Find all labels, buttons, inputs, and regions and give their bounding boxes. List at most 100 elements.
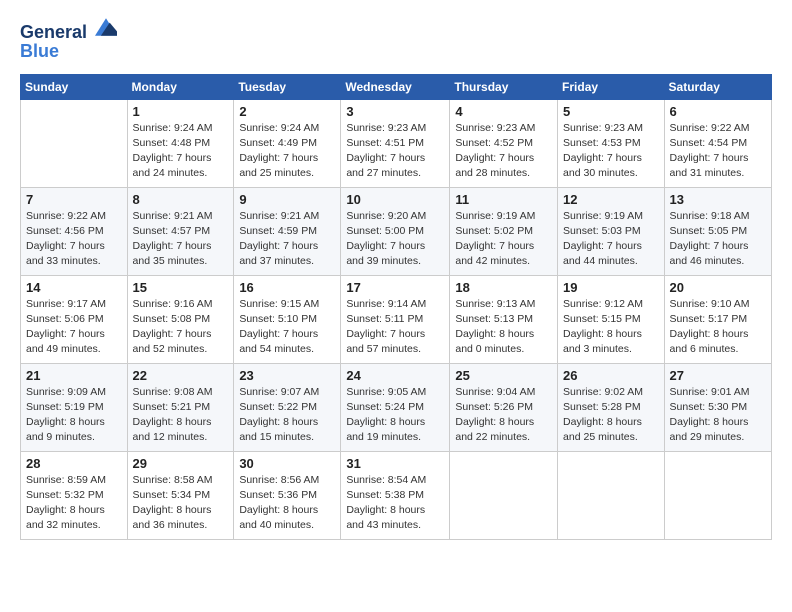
day-number: 9 [239, 192, 335, 207]
day-info: Sunrise: 9:24 AMSunset: 4:48 PMDaylight:… [133, 121, 229, 182]
weekday-header: Tuesday [234, 74, 341, 99]
calendar-cell: 24 Sunrise: 9:05 AMSunset: 5:24 PMDayligh… [341, 363, 450, 451]
calendar-cell: 6 Sunrise: 9:22 AMSunset: 4:54 PMDaylight… [664, 99, 771, 187]
calendar-cell: 4 Sunrise: 9:23 AMSunset: 4:52 PMDaylight… [450, 99, 558, 187]
day-info: Sunrise: 9:09 AMSunset: 5:19 PMDaylight:… [26, 385, 122, 446]
day-info: Sunrise: 9:23 AMSunset: 4:52 PMDaylight:… [455, 121, 552, 182]
calendar-cell: 31 Sunrise: 8:54 AMSunset: 5:38 PMDayligh… [341, 451, 450, 539]
calendar-cell: 1 Sunrise: 9:24 AMSunset: 4:48 PMDaylight… [127, 99, 234, 187]
calendar-cell: 15 Sunrise: 9:16 AMSunset: 5:08 PMDayligh… [127, 275, 234, 363]
day-info: Sunrise: 9:04 AMSunset: 5:26 PMDaylight:… [455, 385, 552, 446]
day-number: 8 [133, 192, 229, 207]
calendar-cell [21, 99, 128, 187]
day-info: Sunrise: 9:08 AMSunset: 5:21 PMDaylight:… [133, 385, 229, 446]
calendar-cell: 14 Sunrise: 9:17 AMSunset: 5:06 PMDayligh… [21, 275, 128, 363]
day-info: Sunrise: 9:14 AMSunset: 5:11 PMDaylight:… [346, 297, 444, 358]
day-info: Sunrise: 9:21 AMSunset: 4:59 PMDaylight:… [239, 209, 335, 270]
day-number: 29 [133, 456, 229, 471]
calendar-cell: 26 Sunrise: 9:02 AMSunset: 5:28 PMDayligh… [558, 363, 665, 451]
calendar-cell: 11Sunrise: 9:19 AMSunset: 5:02 PMDayligh… [450, 187, 558, 275]
calendar-cell: 9 Sunrise: 9:21 AMSunset: 4:59 PMDaylight… [234, 187, 341, 275]
day-number: 2 [239, 104, 335, 119]
day-info: Sunrise: 9:10 AMSunset: 5:17 PMDaylight:… [670, 297, 766, 358]
weekday-header: Wednesday [341, 74, 450, 99]
calendar-week-row: 14 Sunrise: 9:17 AMSunset: 5:06 PMDayligh… [21, 275, 772, 363]
day-info: Sunrise: 9:24 AMSunset: 4:49 PMDaylight:… [239, 121, 335, 182]
day-number: 16 [239, 280, 335, 295]
day-number: 28 [26, 456, 122, 471]
day-info: Sunrise: 8:58 AMSunset: 5:34 PMDaylight:… [133, 473, 229, 534]
day-info: Sunrise: 9:15 AMSunset: 5:10 PMDaylight:… [239, 297, 335, 358]
day-number: 11 [455, 192, 552, 207]
calendar-cell [450, 451, 558, 539]
calendar-table: SundayMondayTuesdayWednesdayThursdayFrid… [20, 74, 772, 540]
calendar-cell [558, 451, 665, 539]
day-number: 6 [670, 104, 766, 119]
header: General Blue [20, 16, 772, 62]
day-number: 20 [670, 280, 766, 295]
day-info: Sunrise: 9:18 AMSunset: 5:05 PMDaylight:… [670, 209, 766, 270]
day-number: 24 [346, 368, 444, 383]
logo-icon [95, 16, 117, 38]
day-number: 22 [133, 368, 229, 383]
day-number: 21 [26, 368, 122, 383]
day-info: Sunrise: 9:23 AMSunset: 4:53 PMDaylight:… [563, 121, 659, 182]
calendar-header-row: SundayMondayTuesdayWednesdayThursdayFrid… [21, 74, 772, 99]
calendar-cell: 22 Sunrise: 9:08 AMSunset: 5:21 PMDayligh… [127, 363, 234, 451]
day-number: 18 [455, 280, 552, 295]
weekday-header: Sunday [21, 74, 128, 99]
calendar-cell: 27Sunrise: 9:01 AMSunset: 5:30 PMDayligh… [664, 363, 771, 451]
calendar-cell: 13 Sunrise: 9:18 AMSunset: 5:05 PMDayligh… [664, 187, 771, 275]
calendar-cell: 28Sunrise: 8:59 AMSunset: 5:32 PMDayligh… [21, 451, 128, 539]
day-number: 15 [133, 280, 229, 295]
day-number: 26 [563, 368, 659, 383]
day-info: Sunrise: 9:13 AMSunset: 5:13 PMDaylight:… [455, 297, 552, 358]
day-info: Sunrise: 8:54 AMSunset: 5:38 PMDaylight:… [346, 473, 444, 534]
day-number: 4 [455, 104, 552, 119]
day-info: Sunrise: 9:12 AMSunset: 5:15 PMDaylight:… [563, 297, 659, 358]
day-number: 13 [670, 192, 766, 207]
calendar-cell: 19 Sunrise: 9:12 AMSunset: 5:15 PMDayligh… [558, 275, 665, 363]
day-info: Sunrise: 9:22 AMSunset: 4:56 PMDaylight:… [26, 209, 122, 270]
day-info: Sunrise: 8:56 AMSunset: 5:36 PMDaylight:… [239, 473, 335, 534]
weekday-header: Friday [558, 74, 665, 99]
logo-text: General [20, 16, 117, 43]
day-number: 3 [346, 104, 444, 119]
calendar-cell: 25Sunrise: 9:04 AMSunset: 5:26 PMDayligh… [450, 363, 558, 451]
day-info: Sunrise: 9:23 AMSunset: 4:51 PMDaylight:… [346, 121, 444, 182]
day-info: Sunrise: 9:22 AMSunset: 4:54 PMDaylight:… [670, 121, 766, 182]
calendar-cell: 2 Sunrise: 9:24 AMSunset: 4:49 PMDaylight… [234, 99, 341, 187]
day-info: Sunrise: 9:16 AMSunset: 5:08 PMDaylight:… [133, 297, 229, 358]
weekday-header: Monday [127, 74, 234, 99]
calendar-cell: 21 Sunrise: 9:09 AMSunset: 5:19 PMDayligh… [21, 363, 128, 451]
calendar-week-row: 7Sunrise: 9:22 AMSunset: 4:56 PMDaylight… [21, 187, 772, 275]
day-info: Sunrise: 9:05 AMSunset: 5:24 PMDaylight:… [346, 385, 444, 446]
calendar-week-row: 21 Sunrise: 9:09 AMSunset: 5:19 PMDayligh… [21, 363, 772, 451]
calendar-cell: 12Sunrise: 9:19 AMSunset: 5:03 PMDayligh… [558, 187, 665, 275]
day-info: Sunrise: 9:02 AMSunset: 5:28 PMDaylight:… [563, 385, 659, 446]
logo: General Blue [20, 16, 117, 62]
day-number: 19 [563, 280, 659, 295]
day-number: 12 [563, 192, 659, 207]
page: General Blue SundayMondayTuesdayWednesda… [0, 0, 792, 612]
weekday-header: Thursday [450, 74, 558, 99]
day-number: 27 [670, 368, 766, 383]
day-number: 31 [346, 456, 444, 471]
calendar-cell [664, 451, 771, 539]
calendar-week-row: 1 Sunrise: 9:24 AMSunset: 4:48 PMDaylight… [21, 99, 772, 187]
day-info: Sunrise: 9:21 AMSunset: 4:57 PMDaylight:… [133, 209, 229, 270]
logo-blue: Blue [20, 41, 117, 62]
calendar-cell: 8 Sunrise: 9:21 AMSunset: 4:57 PMDaylight… [127, 187, 234, 275]
day-info: Sunrise: 9:17 AMSunset: 5:06 PMDaylight:… [26, 297, 122, 358]
day-number: 1 [133, 104, 229, 119]
calendar-cell: 18 Sunrise: 9:13 AMSunset: 5:13 PMDayligh… [450, 275, 558, 363]
calendar-cell: 23Sunrise: 9:07 AMSunset: 5:22 PMDayligh… [234, 363, 341, 451]
day-number: 10 [346, 192, 444, 207]
calendar-cell: 30Sunrise: 8:56 AMSunset: 5:36 PMDayligh… [234, 451, 341, 539]
calendar-cell: 7Sunrise: 9:22 AMSunset: 4:56 PMDaylight… [21, 187, 128, 275]
day-number: 14 [26, 280, 122, 295]
calendar-cell: 10 Sunrise: 9:20 AMSunset: 5:00 PMDayligh… [341, 187, 450, 275]
day-number: 5 [563, 104, 659, 119]
calendar-week-row: 28Sunrise: 8:59 AMSunset: 5:32 PMDayligh… [21, 451, 772, 539]
day-info: Sunrise: 9:20 AMSunset: 5:00 PMDaylight:… [346, 209, 444, 270]
